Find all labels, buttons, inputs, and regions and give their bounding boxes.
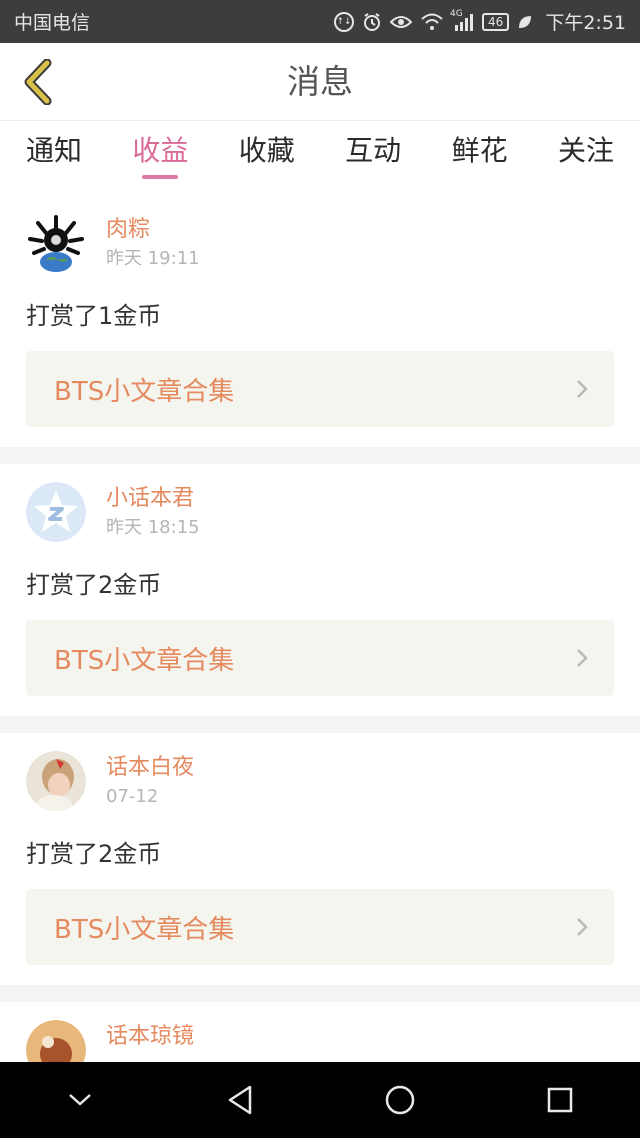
signal-icon: 4G: [450, 9, 474, 31]
chevron-right-icon: [577, 918, 588, 936]
chevron-right-icon: [577, 380, 588, 398]
reward-text: 打赏了2金币: [26, 840, 162, 868]
collapse-button[interactable]: [50, 1070, 110, 1130]
message-meta: 话本琼镜: [106, 1020, 194, 1052]
message-card: 话本白夜 07-12 打赏了2金币 BTS小文章合集: [0, 733, 640, 985]
data-saver-icon: ↑↓: [334, 11, 355, 32]
message-list[interactable]: 肉粽 昨天 19:11 打赏了1金币 BTS小文章合集 小话本君 昨天 18:1…: [0, 195, 640, 1062]
wifi-icon: [420, 13, 444, 31]
tab-notifications[interactable]: 通知: [26, 121, 82, 181]
article-link[interactable]: BTS小文章合集: [26, 620, 614, 696]
eye-icon: [390, 14, 413, 30]
article-link[interactable]: BTS小文章合集: [26, 351, 614, 427]
tab-interactions[interactable]: 互动: [345, 121, 401, 181]
article-title: BTS小文章合集: [54, 376, 235, 407]
article-title: BTS小文章合集: [54, 645, 235, 676]
alarm-icon: [362, 12, 382, 32]
timestamp: 昨天 19:11: [106, 248, 200, 269]
timestamp: 07-12: [106, 786, 159, 807]
battery-level: 46: [488, 14, 504, 29]
message-meta: 肉粽 昨天 19:11: [106, 213, 200, 273]
article-link[interactable]: BTS小文章合集: [26, 889, 614, 965]
message-header: 话本白夜 07-12: [26, 751, 614, 819]
message-header: 小话本君 昨天 18:15: [26, 482, 614, 550]
spiky-globe-avatar[interactable]: [26, 213, 86, 273]
clock: 下午2:51: [545, 12, 626, 34]
message-card: 话本琼镜: [0, 1002, 640, 1062]
photo-avatar[interactable]: [26, 1020, 86, 1062]
message-card: 小话本君 昨天 18:15 打赏了2金币 BTS小文章合集: [0, 464, 640, 716]
message-meta: 话本白夜 07-12: [106, 751, 194, 811]
chevron-right-icon: [577, 649, 588, 667]
user-name[interactable]: 话本白夜: [106, 753, 194, 783]
user-name[interactable]: 肉粽: [106, 215, 200, 245]
tab-following[interactable]: 关注: [558, 121, 614, 181]
collapse-icon: [69, 1094, 91, 1106]
message-header: 话本琼镜: [26, 1020, 614, 1062]
status-icons: ↑↓ 4G 46 下午2:51: [334, 8, 626, 35]
message-meta: 小话本君 昨天 18:15: [106, 482, 200, 542]
tab-flowers[interactable]: 鲜花: [452, 121, 508, 181]
battery-icon: 46: [482, 12, 510, 31]
home-button[interactable]: [370, 1070, 430, 1130]
article-title: BTS小文章合集: [54, 914, 235, 945]
back-triangle-icon: [228, 1085, 252, 1115]
reward-text: 打赏了1金币: [26, 302, 162, 330]
app-header: 消息: [0, 43, 640, 121]
status-bar: 中国电信 ↑↓ 4G 46 下午2:51: [0, 0, 640, 43]
page-title: 消息: [287, 62, 353, 101]
leaf-icon: [517, 14, 533, 30]
system-nav-bar: [0, 1062, 640, 1138]
tab-bar: 通知 收益 收藏 互动 鲜花 关注: [0, 121, 640, 185]
girl-photo-avatar[interactable]: [26, 751, 86, 811]
back-nav-button[interactable]: [210, 1070, 270, 1130]
message-card: 肉粽 昨天 19:11 打赏了1金币 BTS小文章合集: [0, 195, 640, 447]
reward-text: 打赏了2金币: [26, 571, 162, 599]
carrier-label: 中国电信: [14, 12, 91, 34]
home-circle-icon: [385, 1085, 415, 1115]
tab-favorites[interactable]: 收藏: [239, 121, 295, 181]
default-star-avatar[interactable]: [26, 482, 86, 542]
timestamp: 昨天 18:15: [106, 517, 200, 538]
user-name[interactable]: 话本琼镜: [106, 1022, 194, 1052]
user-name[interactable]: 小话本君: [106, 484, 200, 514]
recents-square-icon: [547, 1087, 573, 1113]
tab-earnings[interactable]: 收益: [132, 121, 188, 181]
network-type-label: 4G: [450, 8, 463, 19]
recents-button[interactable]: [530, 1070, 590, 1130]
message-header: 肉粽 昨天 19:11: [26, 213, 614, 281]
